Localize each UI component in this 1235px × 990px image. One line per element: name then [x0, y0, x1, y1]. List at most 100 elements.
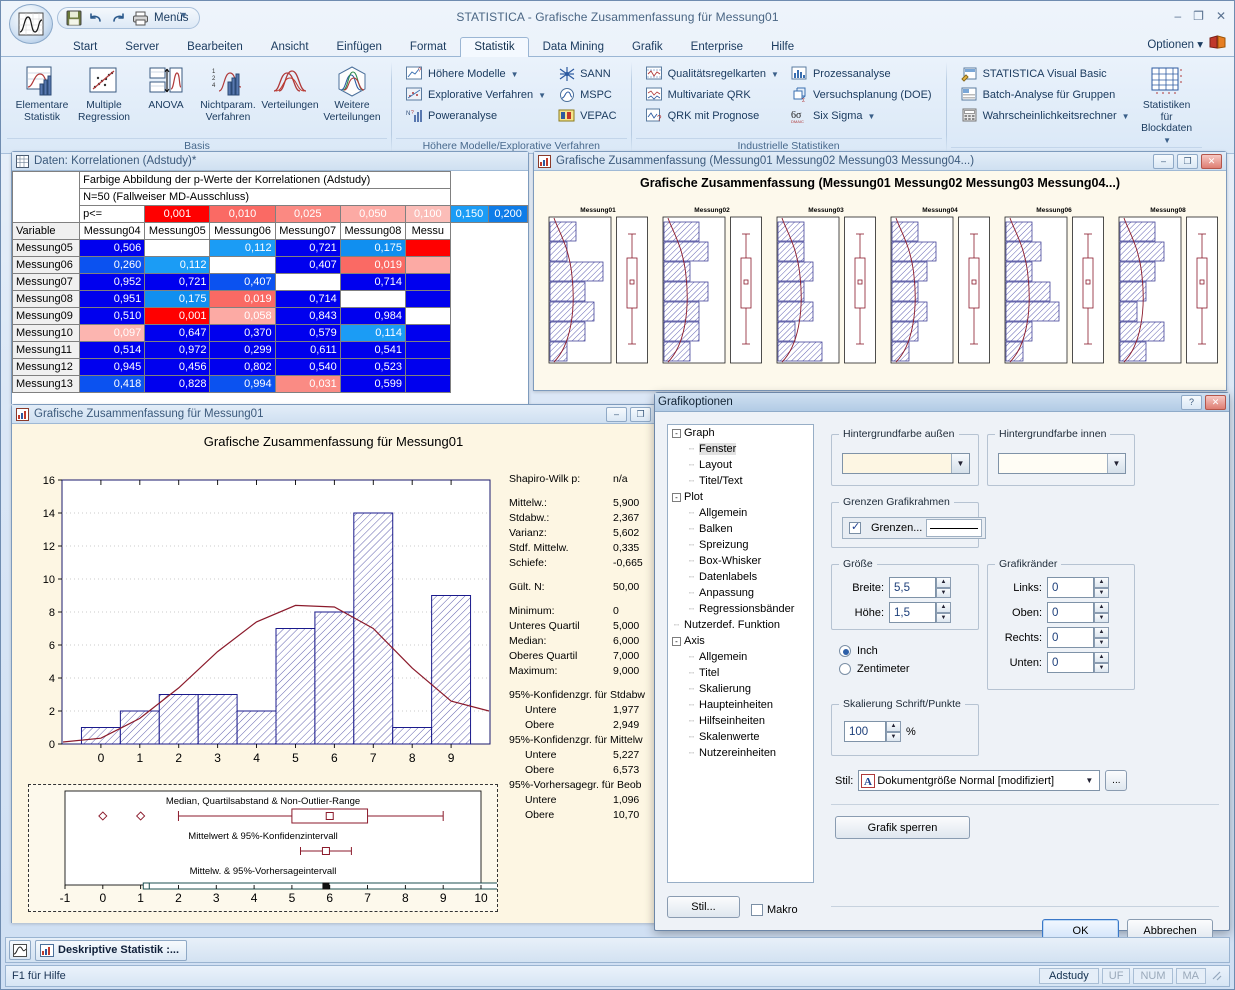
chevron-down-icon[interactable]: ▼ — [511, 70, 519, 79]
row-header[interactable]: Messung06 — [13, 257, 80, 274]
ribbon-button-elementare-statistik[interactable]: ElementareStatistik — [12, 62, 72, 124]
margin-spin-buttons[interactable]: ▲▼ — [1094, 627, 1109, 648]
tree-node-hilfseinheiten[interactable]: ┈Hilfseinheiten — [668, 713, 813, 729]
stil-button[interactable]: Stil... — [667, 896, 740, 918]
frame-line-preview[interactable] — [926, 519, 982, 537]
tree-node-nutzerdef-funktion[interactable]: ┈Nutzerdef. Funktion — [668, 617, 813, 633]
row-header[interactable]: Messung10 — [13, 325, 80, 342]
margin-stepper-unten[interactable]: 0▲▼ — [1047, 652, 1109, 673]
width-spin-down[interactable]: ▼ — [936, 588, 951, 599]
data-window-titlebar[interactable]: Daten: Korrelationen (Adstudy)* — [12, 152, 528, 171]
ribbon-button-weitere-verteilungen[interactable]: WeitereVerteilungen — [322, 62, 382, 124]
tab-einfügen[interactable]: Einfügen — [323, 37, 396, 57]
graph-window-titlebar[interactable]: Grafische Zusammenfassung für Messung01 … — [12, 405, 655, 424]
tab-server[interactable]: Server — [111, 37, 173, 57]
grid-cell[interactable]: 0,828 — [145, 376, 210, 393]
grid-cell[interactable]: 0,112 — [145, 257, 210, 274]
style-combo[interactable]: A Dokumentgröße Normal [modifiziert] ▼ — [858, 770, 1100, 791]
maximize-button[interactable]: ❐ — [1193, 9, 1204, 23]
margin-spin-up[interactable]: ▲ — [1094, 652, 1109, 663]
width-spin-up[interactable]: ▲ — [936, 577, 951, 588]
height-stepper[interactable]: 1,5 ▲▼ — [889, 602, 951, 623]
grid-cell[interactable]: 0,019 — [340, 257, 405, 274]
column-header[interactable]: Messung04 — [80, 223, 145, 240]
margin-spin-down[interactable]: ▼ — [1094, 638, 1109, 649]
ribbon-button-verteilungen[interactable]: Verteilungen — [260, 62, 320, 113]
tree-node-titel[interactable]: ┈Titel — [668, 665, 813, 681]
tree-node-nutzereinheiten[interactable]: ┈Nutzereinheiten — [668, 745, 813, 761]
ribbon-button-explorative-verfahren[interactable]: Explorative Verfahren▼ — [401, 85, 551, 105]
ribbon-button-batch-analyse-f-r-gruppen[interactable]: Batch-Analyse für Gruppen — [956, 85, 1135, 105]
makro-checkbox-group[interactable]: Makro — [751, 904, 798, 916]
grid-cell[interactable]: 0,579 — [275, 325, 340, 342]
tree-node-regressionsb-nder[interactable]: ┈Regressionsbänder — [668, 601, 813, 617]
grid-cell[interactable]: 0,175 — [145, 291, 210, 308]
margin-stepper-oben[interactable]: 0▲▼ — [1047, 602, 1109, 623]
font-scaling-spin-down[interactable]: ▼ — [886, 732, 901, 743]
tree-node-balken[interactable]: ┈Balken — [668, 521, 813, 537]
height-spin-buttons[interactable]: ▲▼ — [936, 602, 951, 623]
tree-node-graph[interactable]: -Graph — [668, 425, 813, 441]
dialog-close-button[interactable]: ✕ — [1205, 395, 1226, 410]
chevron-down-icon[interactable]: ▼ — [1122, 112, 1130, 121]
optionen-button[interactable]: Optionen ▾ — [1147, 37, 1203, 51]
tree-node-allgemein[interactable]: ┈Allgemein — [668, 649, 813, 665]
makro-checkbox[interactable] — [751, 904, 763, 916]
margin-spin-up[interactable]: ▲ — [1094, 577, 1109, 588]
font-scaling-spin-buttons[interactable]: ▲▼ — [886, 721, 901, 742]
ribbon-button-nichtparam-verfahren[interactable]: 124Nichtparam.Verfahren — [198, 62, 258, 124]
grid-cell[interactable] — [405, 257, 450, 274]
grid-cell[interactable]: 0,599 — [340, 376, 405, 393]
ribbon-button-six-sigma[interactable]: 6σDMAICSix Sigma▼ — [786, 106, 937, 126]
tree-node-allgemein[interactable]: ┈Allgemein — [668, 505, 813, 521]
grid-cell[interactable]: 0,994 — [210, 376, 275, 393]
column-header[interactable]: Messung08 — [340, 223, 405, 240]
lock-graph-button[interactable]: Grafik sperren — [835, 816, 970, 839]
grid-cell[interactable] — [405, 274, 450, 291]
width-spin-buttons[interactable]: ▲▼ — [936, 577, 951, 598]
grid-cell[interactable]: 0,984 — [340, 308, 405, 325]
grid-cell[interactable] — [405, 359, 450, 376]
tab-format[interactable]: Format — [396, 37, 460, 57]
ribbon-button-wahrscheinlichkeitsrechner[interactable]: Wahrscheinlichkeitsrechner▼ — [956, 106, 1135, 126]
grid-cell[interactable] — [405, 291, 450, 308]
tree-node-axis[interactable]: -Axis — [668, 633, 813, 649]
margin-spin-down[interactable]: ▼ — [1094, 613, 1109, 624]
chevron-down-icon[interactable]: ▼ — [867, 112, 875, 121]
width-stepper[interactable]: 5,5 ▲▼ — [889, 577, 951, 598]
taskbar-item-deskriptive-statistik[interactable]: Deskriptive Statistik :... — [35, 940, 187, 961]
height-spin-up[interactable]: ▲ — [936, 602, 951, 613]
row-header[interactable]: Messung13 — [13, 376, 80, 393]
grid-cell[interactable]: 0,260 — [80, 257, 145, 274]
grid-cell[interactable]: 0,721 — [145, 274, 210, 291]
grid-cell[interactable]: 0,843 — [275, 308, 340, 325]
tab-enterprise[interactable]: Enterprise — [677, 37, 757, 57]
height-spin-down[interactable]: ▼ — [936, 613, 951, 624]
grid-cell[interactable] — [405, 308, 450, 325]
frame-limits-checkbox-wrap[interactable] — [843, 522, 867, 534]
chevron-down-icon[interactable]: ▼ — [1163, 136, 1171, 145]
margin-spin-buttons[interactable]: ▲▼ — [1094, 577, 1109, 598]
ribbon-button-sann[interactable]: SANN — [553, 64, 621, 84]
grid-cell[interactable]: 0,506 — [80, 240, 145, 257]
grid-cell[interactable]: 0,418 — [80, 376, 145, 393]
width-input[interactable]: 5,5 — [889, 577, 936, 598]
frame-limits-checkbox[interactable] — [849, 522, 861, 534]
tab-statistik[interactable]: Statistik — [460, 37, 528, 57]
grid-cell[interactable]: 0,714 — [275, 291, 340, 308]
graph-minimize-button[interactable]: – — [606, 407, 627, 422]
row-header[interactable]: Messung05 — [13, 240, 80, 257]
column-header[interactable]: Messung05 — [145, 223, 210, 240]
summary-window-titlebar[interactable]: Grafische Zusammenfassung (Messung01 Mes… — [534, 152, 1226, 171]
ribbon-button-h-here-modelle[interactable]: ?Höhere Modelle▼ — [401, 64, 551, 84]
font-scaling-input[interactable]: 100 — [844, 721, 886, 742]
chevron-down-icon[interactable]: ▼ — [1107, 454, 1125, 473]
grid-cell[interactable]: 0,647 — [145, 325, 210, 342]
unit-inch-option[interactable]: Inch — [839, 642, 910, 660]
font-scaling-spin-up[interactable]: ▲ — [886, 721, 901, 732]
options-tree[interactable]: -Graph┈Fenster┈Layout┈Titel/Text-Plot┈Al… — [667, 424, 814, 883]
tab-hilfe[interactable]: Hilfe — [757, 37, 808, 57]
ribbon-button-multiple-regression[interactable]: MultipleRegression — [74, 62, 134, 124]
tree-node-fenster[interactable]: ┈Fenster — [668, 441, 813, 457]
ribbon-button-multivariate-qrk[interactable]: Multivariate QRK — [641, 85, 784, 105]
